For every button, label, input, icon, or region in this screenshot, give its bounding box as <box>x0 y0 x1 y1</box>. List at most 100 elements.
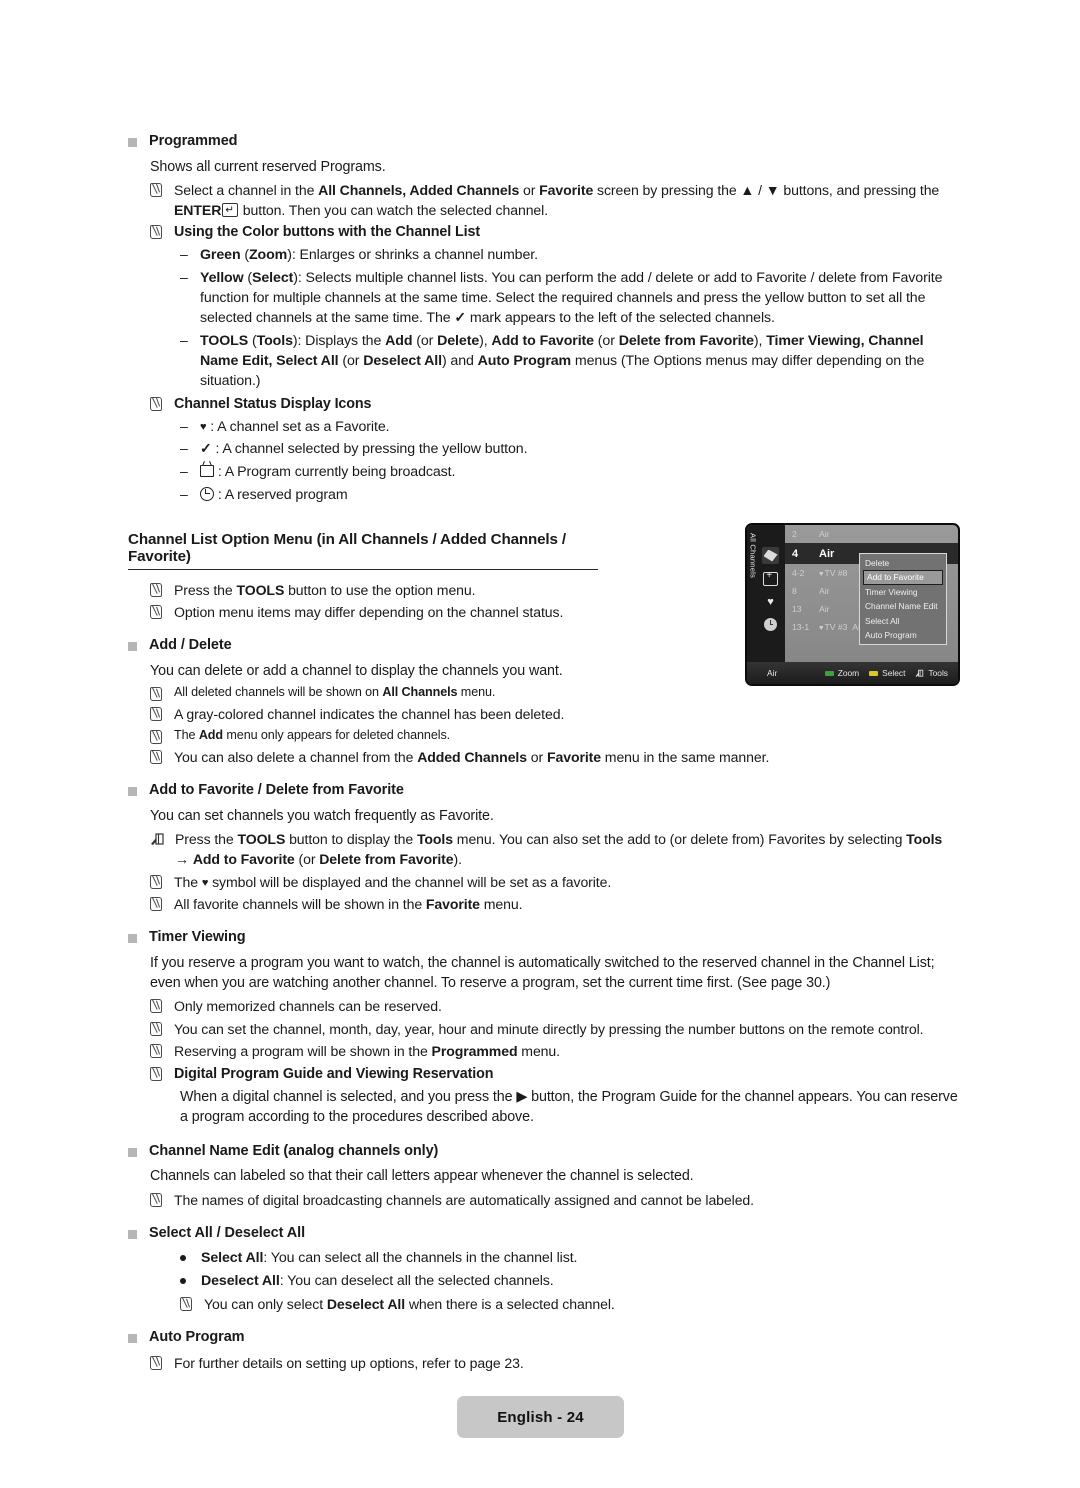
hint-zoom[interactable]: Zoom <box>824 668 860 678</box>
menu-item-delete[interactable]: Delete <box>860 556 946 570</box>
note-text: All favorite channels will be shown in t… <box>174 896 523 913</box>
note-icon <box>150 729 163 744</box>
note-text: Digital Program Guide and Viewing Reserv… <box>174 1065 494 1082</box>
note-digital-names: The names of digital broadcasting channe… <box>150 1190 958 1210</box>
section-select-all: Select All / Deselect All <box>128 1224 958 1244</box>
note-deselect-condition: You can only select Deselect All when th… <box>180 1294 958 1314</box>
tv-broadcast-icon <box>200 464 214 477</box>
note-delete-same-manner: You can also delete a channel from the A… <box>150 747 958 767</box>
note-icon <box>150 396 163 411</box>
note-icon <box>150 605 163 620</box>
dash-text: : A Program currently being broadcast. <box>200 462 455 482</box>
channel-row[interactable]: 2 Air <box>785 525 958 543</box>
dash-text: ✓ : A channel selected by pressing the y… <box>200 440 528 458</box>
bullet-dot <box>180 1278 186 1285</box>
added-channels-icon[interactable] <box>762 569 779 587</box>
section-title: Timer Viewing <box>149 929 246 946</box>
status-favorite: – ♥ : A channel set as a Favorite. <box>180 417 958 437</box>
main-heading-option-menu: Channel List Option Menu (in All Channel… <box>128 531 598 570</box>
section-title: Programmed <box>149 133 238 149</box>
dash-mark: – <box>180 440 188 457</box>
dash-text: TOOLS (Tools): Displays the Add (or Dele… <box>200 332 925 390</box>
menu-item-timer-viewing[interactable]: Timer Viewing <box>860 585 946 599</box>
channel-number: 13 <box>792 604 802 614</box>
note-text: Only memorized channels can be reserved. <box>174 998 442 1015</box>
hint-select[interactable]: Select <box>869 668 905 678</box>
note-text: The names of digital broadcasting channe… <box>174 1191 754 1208</box>
tv-source-label: Air <box>767 668 778 678</box>
note-add-menu: The Add menu only appears for deleted ch… <box>150 727 958 745</box>
hint-label: Select <box>882 668 906 678</box>
all-channels-icon[interactable] <box>762 547 779 564</box>
channel-name: TV #8 <box>824 568 848 578</box>
note-press-tools-favorite: Press the TOOLS button to display the To… <box>150 829 958 869</box>
note-text: Press the TOOLS button to use the option… <box>174 581 476 598</box>
menu-item-add-to-favorite[interactable]: Add to Favorite <box>863 570 943 585</box>
channel-number: 4-2 <box>792 568 805 578</box>
note-set-channel-directly: You can set the channel, month, day, yea… <box>150 1019 958 1039</box>
status-selected: – ✓ : A channel selected by pressing the… <box>180 439 958 459</box>
hint-label: Zoom <box>837 668 860 678</box>
dash-mark: – <box>180 417 188 434</box>
bullet-deselect-all: Deselect All: You can deselect all the s… <box>180 1271 958 1291</box>
section-title: Add to Favorite / Delete from Favorite <box>149 782 404 799</box>
menu-item-auto-program[interactable]: Auto Program <box>860 628 946 642</box>
green-button-icon <box>824 670 834 676</box>
bullet-select-all: Select All: You can select all the chann… <box>180 1248 958 1268</box>
tv-bottom-bar: Air Zoom Select Tools <box>747 662 958 684</box>
note-icon <box>150 1355 163 1370</box>
note-text: Reserving a program will be shown in the… <box>174 1043 560 1060</box>
section-bullet-square <box>128 787 137 797</box>
add-favorite-body: You can set channels you watch frequentl… <box>150 807 494 824</box>
timer-viewing-body: If you reserve a program you want to wat… <box>150 954 935 991</box>
dash-mark: – <box>180 246 188 263</box>
note-icon <box>150 874 163 889</box>
status-reserved: – : A reserved program <box>180 485 958 505</box>
section-bullet-square <box>128 1147 137 1157</box>
heart-icon: ♥ <box>819 622 824 632</box>
tv-sidebar: All Channels ♥ <box>747 525 785 662</box>
note-text: All deleted channels will be shown on Al… <box>174 685 496 700</box>
note-text: A gray-colored channel indicates the cha… <box>174 706 565 723</box>
note-color-buttons: Using the Color buttons with the Channel… <box>150 222 958 242</box>
section-channel-name-edit: Channel Name Edit (analog channels only) <box>128 1142 958 1162</box>
note-icon <box>150 897 163 912</box>
note-heart-symbol: The ♥ symbol will be displayed and the c… <box>150 872 958 892</box>
favorite-icon[interactable]: ♥ <box>762 593 779 610</box>
section-title: Add / Delete <box>149 637 232 654</box>
section-auto-program: Auto Program <box>128 1328 958 1348</box>
tv-sidebar-icons: ♥ <box>762 547 784 639</box>
note-icon <box>150 182 163 197</box>
menu-item-channel-name-edit[interactable]: Channel Name Edit <box>860 599 946 613</box>
section-title: Select All / Deselect All <box>149 1224 305 1241</box>
section-timer-viewing: Timer Viewing <box>128 928 958 948</box>
hint-tools[interactable]: Tools <box>915 668 948 678</box>
section-title: Channel Name Edit (analog channels only) <box>149 1142 439 1159</box>
section-add-favorite: Add to Favorite / Delete from Favorite <box>128 781 958 801</box>
section-bullet-square <box>128 1229 137 1239</box>
programmed-body: Shows all current reserved Programs. <box>150 158 386 175</box>
note-text: Using the Color buttons with the Channel… <box>174 224 481 241</box>
note-text: You can also delete a channel from the A… <box>174 749 770 766</box>
note-reserving-program: Reserving a program will be shown in the… <box>150 1041 958 1061</box>
note-icon <box>150 1192 163 1207</box>
menu-item-select-all[interactable]: Select All <box>860 614 946 628</box>
channel-name: Air <box>819 586 830 596</box>
tools-icon <box>915 669 924 678</box>
dash-tools: – TOOLS (Tools): Displays the Add (or De… <box>180 331 958 391</box>
page-content: Programmed Shows all current reserved Pr… <box>128 118 958 1375</box>
note-icon <box>150 1066 163 1081</box>
section-bullet-square <box>128 642 137 652</box>
dash-green: – Green (Zoom): Enlarges or shrinks a ch… <box>180 245 958 265</box>
channel-name: Air <box>819 529 830 539</box>
section-bullet-square <box>128 934 137 944</box>
dash-mark: – <box>180 485 188 502</box>
section-title: Auto Program <box>149 1329 245 1346</box>
section-bullet-square <box>128 1334 137 1344</box>
programmed-icon[interactable] <box>762 616 779 633</box>
channel-number: 4 <box>792 547 799 560</box>
channel-name: TV #3 <box>824 622 848 632</box>
note-text: The ♥ symbol will be displayed and the c… <box>174 873 612 890</box>
channel-name-edit-body: Channels can labeled so that their call … <box>150 1168 694 1185</box>
tv-channel-list-screenshot: All Channels ♥ 2 Air 4 Air 4- <box>745 523 960 686</box>
